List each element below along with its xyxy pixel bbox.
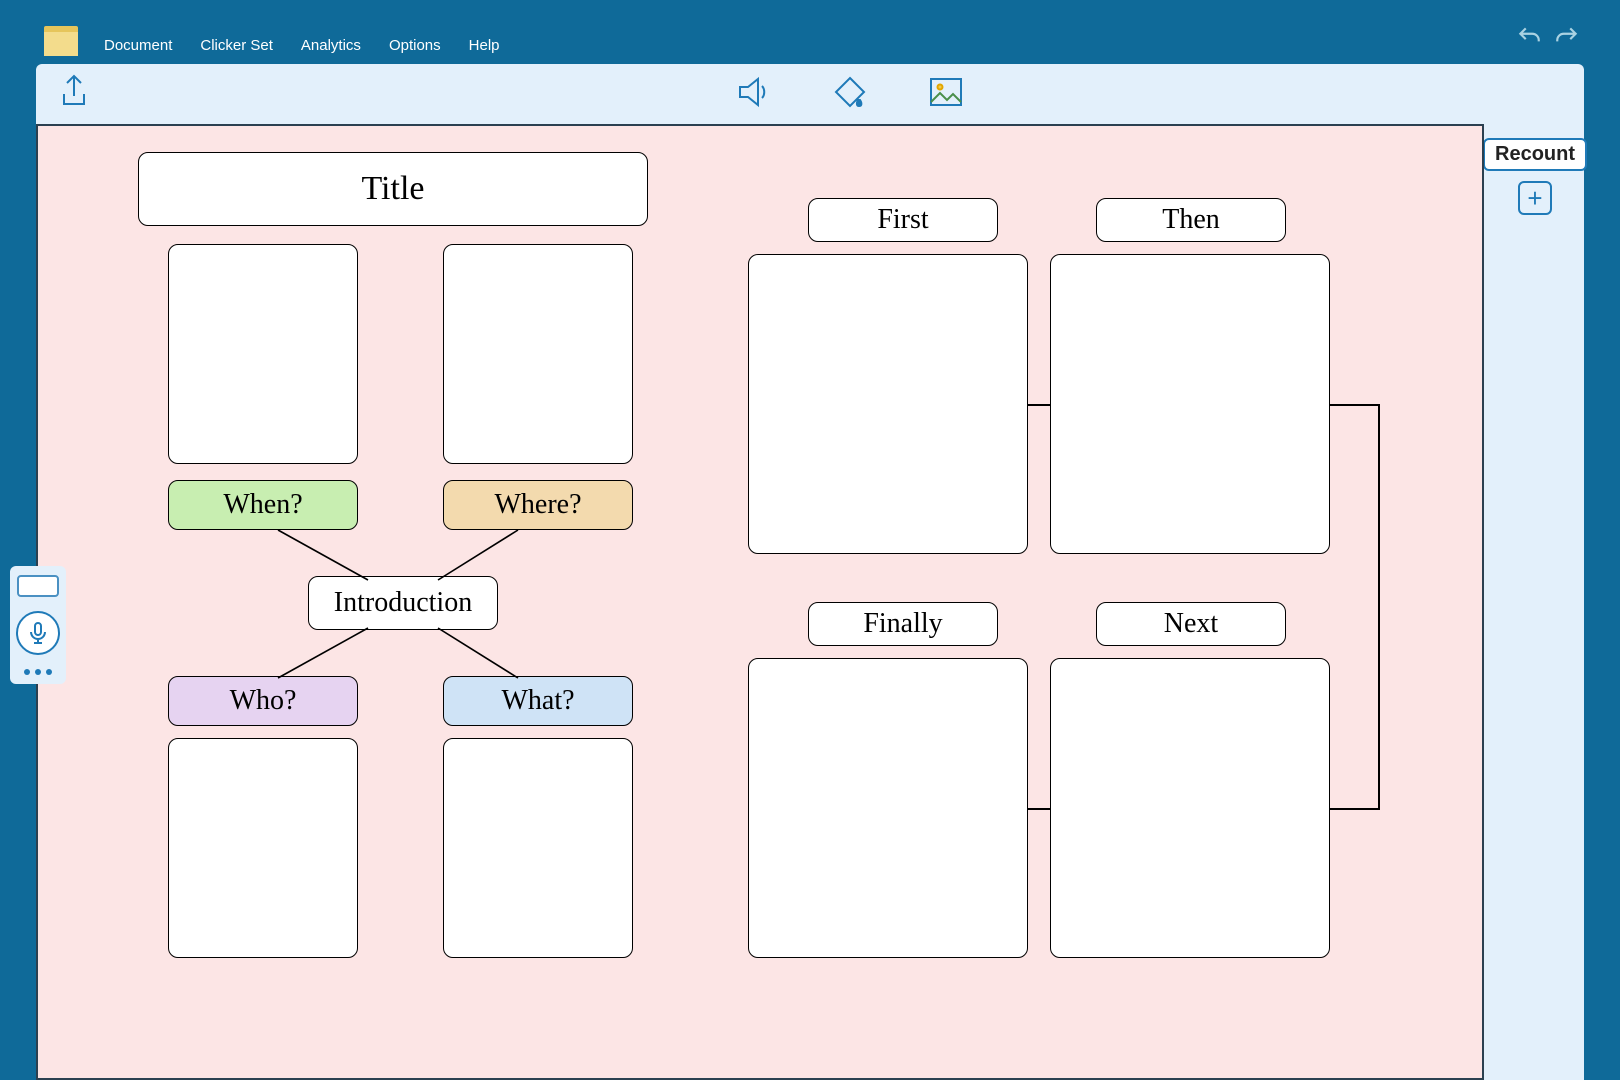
style-swatch[interactable]	[17, 575, 59, 597]
connector-first-then	[1028, 404, 1050, 406]
microphone-button[interactable]	[16, 611, 60, 655]
menubar: Document Clicker Set Analytics Options H…	[0, 0, 1620, 64]
speaker-icon[interactable]	[734, 72, 774, 117]
menu-options[interactable]: Options	[387, 33, 443, 58]
more-icon[interactable]	[24, 669, 52, 675]
what-label[interactable]: What?	[443, 676, 633, 726]
canvas[interactable]: Title When? Where? Introduction Who? Wha…	[36, 124, 1484, 1080]
add-tab-button[interactable]: +	[1518, 181, 1552, 215]
then-content-box[interactable]	[1050, 254, 1330, 554]
menu-document[interactable]: Document	[102, 33, 174, 58]
where-image-box[interactable]	[443, 244, 633, 464]
share-icon[interactable]	[54, 72, 94, 117]
finally-content-box[interactable]	[748, 658, 1028, 958]
introduction-box[interactable]: Introduction	[308, 576, 498, 630]
first-label[interactable]: First	[808, 198, 998, 242]
toolbar	[36, 64, 1584, 124]
page-area: Title When? Where? Introduction Who? Wha…	[36, 124, 1584, 1080]
right-panel: Recount +	[1484, 124, 1584, 1080]
menu-clicker-set[interactable]: Clicker Set	[198, 33, 275, 58]
left-dock	[10, 566, 66, 684]
image-icon[interactable]	[926, 72, 966, 117]
undo-icon[interactable]	[1516, 24, 1542, 54]
who-image-box[interactable]	[168, 738, 358, 958]
menu-analytics[interactable]: Analytics	[299, 33, 363, 58]
then-label[interactable]: Then	[1096, 198, 1286, 242]
who-label[interactable]: Who?	[168, 676, 358, 726]
menu-help[interactable]: Help	[467, 33, 502, 58]
next-label[interactable]: Next	[1096, 602, 1286, 646]
where-label[interactable]: Where?	[443, 480, 633, 530]
connector-then-out	[1330, 404, 1380, 406]
tab-recount[interactable]: Recount	[1483, 138, 1587, 171]
redo-icon[interactable]	[1554, 24, 1580, 54]
next-content-box[interactable]	[1050, 658, 1330, 958]
folder-icon[interactable]	[44, 26, 78, 56]
first-content-box[interactable]	[748, 254, 1028, 554]
paint-icon[interactable]	[830, 72, 870, 117]
what-image-box[interactable]	[443, 738, 633, 958]
connector-finally-next	[1028, 808, 1050, 810]
when-label[interactable]: When?	[168, 480, 358, 530]
finally-label[interactable]: Finally	[808, 602, 998, 646]
connector-vertical	[1378, 404, 1380, 810]
connector-next-out	[1330, 808, 1380, 810]
title-box[interactable]: Title	[138, 152, 648, 226]
when-image-box[interactable]	[168, 244, 358, 464]
